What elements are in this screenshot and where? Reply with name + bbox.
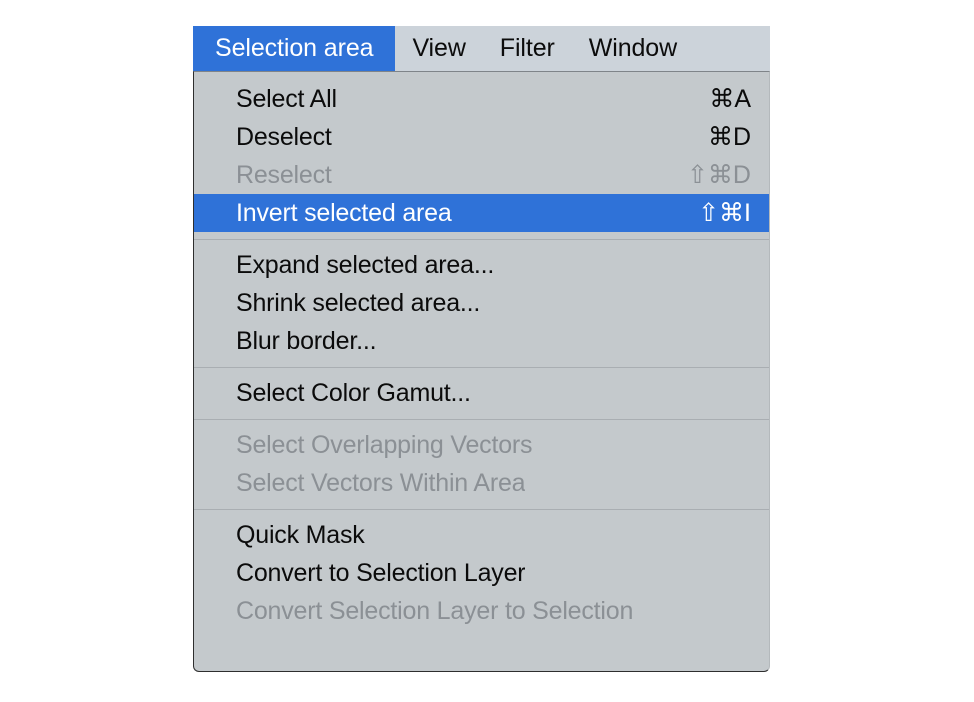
menu-item-select-color-gamut[interactable]: Select Color Gamut... <box>194 374 769 412</box>
menu-item-label: Select Overlapping Vectors <box>236 431 532 460</box>
menu-item-shortcut: ⇧⌘D <box>663 160 751 190</box>
menu-bar: Selection areaViewFilterWindow <box>193 26 770 71</box>
menu-item-select-vectors-within-area: Select Vectors Within Area <box>194 464 769 502</box>
menu-item-convert-to-selection-layer[interactable]: Convert to Selection Layer <box>194 554 769 592</box>
menu-item-label: Reselect <box>236 161 332 190</box>
menu-item-label: Convert Selection Layer to Selection <box>236 597 633 626</box>
selection-area-dropdown-menu: Select All ⌘A Deselect ⌘D Reselect ⇧⌘D Invert … <box>193 71 770 672</box>
menu-item-label: Select Vectors Within Area <box>236 469 525 498</box>
menu-item-quick-mask[interactable]: Quick Mask <box>194 516 769 554</box>
menubar-item-window[interactable]: Window <box>572 26 694 71</box>
menu-item-reselect: Reselect ⇧⌘D <box>194 156 769 194</box>
menu-item-blur-border[interactable]: Blur border... <box>194 322 769 360</box>
menu-separator <box>194 239 769 240</box>
menu-item-label: Blur border... <box>236 327 376 356</box>
menu-separator <box>194 509 769 510</box>
menu-item-invert-selected-area[interactable]: Invert selected area ⇧⌘I <box>194 194 769 232</box>
menu-item-select-all[interactable]: Select All ⌘A <box>194 80 769 118</box>
menu-item-label: Expand selected area... <box>236 251 494 280</box>
menubar-item-selection-area[interactable]: Selection area <box>193 26 395 71</box>
menu-item-label: Deselect <box>236 123 332 152</box>
menu-item-deselect[interactable]: Deselect ⌘D <box>194 118 769 156</box>
menu-item-label: Select Color Gamut... <box>236 379 471 408</box>
menu-item-label: Select All <box>236 85 337 114</box>
menu-separator <box>194 367 769 368</box>
menu-separator <box>194 419 769 420</box>
menu-item-label: Quick Mask <box>236 521 365 550</box>
menu-item-label: Invert selected area <box>236 199 452 228</box>
menu-item-shrink-selected-area[interactable]: Shrink selected area... <box>194 284 769 322</box>
menu-item-shortcut: ⌘D <box>684 122 751 152</box>
menu-item-label: Convert to Selection Layer <box>236 559 525 588</box>
menu-item-expand-selected-area[interactable]: Expand selected area... <box>194 246 769 284</box>
menu-item-label: Shrink selected area... <box>236 289 480 318</box>
menu-item-shortcut: ⌘A <box>685 84 751 114</box>
menu-item-select-overlapping-vectors: Select Overlapping Vectors <box>194 426 769 464</box>
menu-item-convert-selection-layer-to-selection: Convert Selection Layer to Selection <box>194 592 769 630</box>
menubar-item-view[interactable]: View <box>395 26 482 71</box>
menu-item-shortcut: ⇧⌘I <box>674 198 751 228</box>
menubar-item-filter[interactable]: Filter <box>483 26 572 71</box>
screen: Selection areaViewFilterWindow Select Al… <box>0 0 974 702</box>
